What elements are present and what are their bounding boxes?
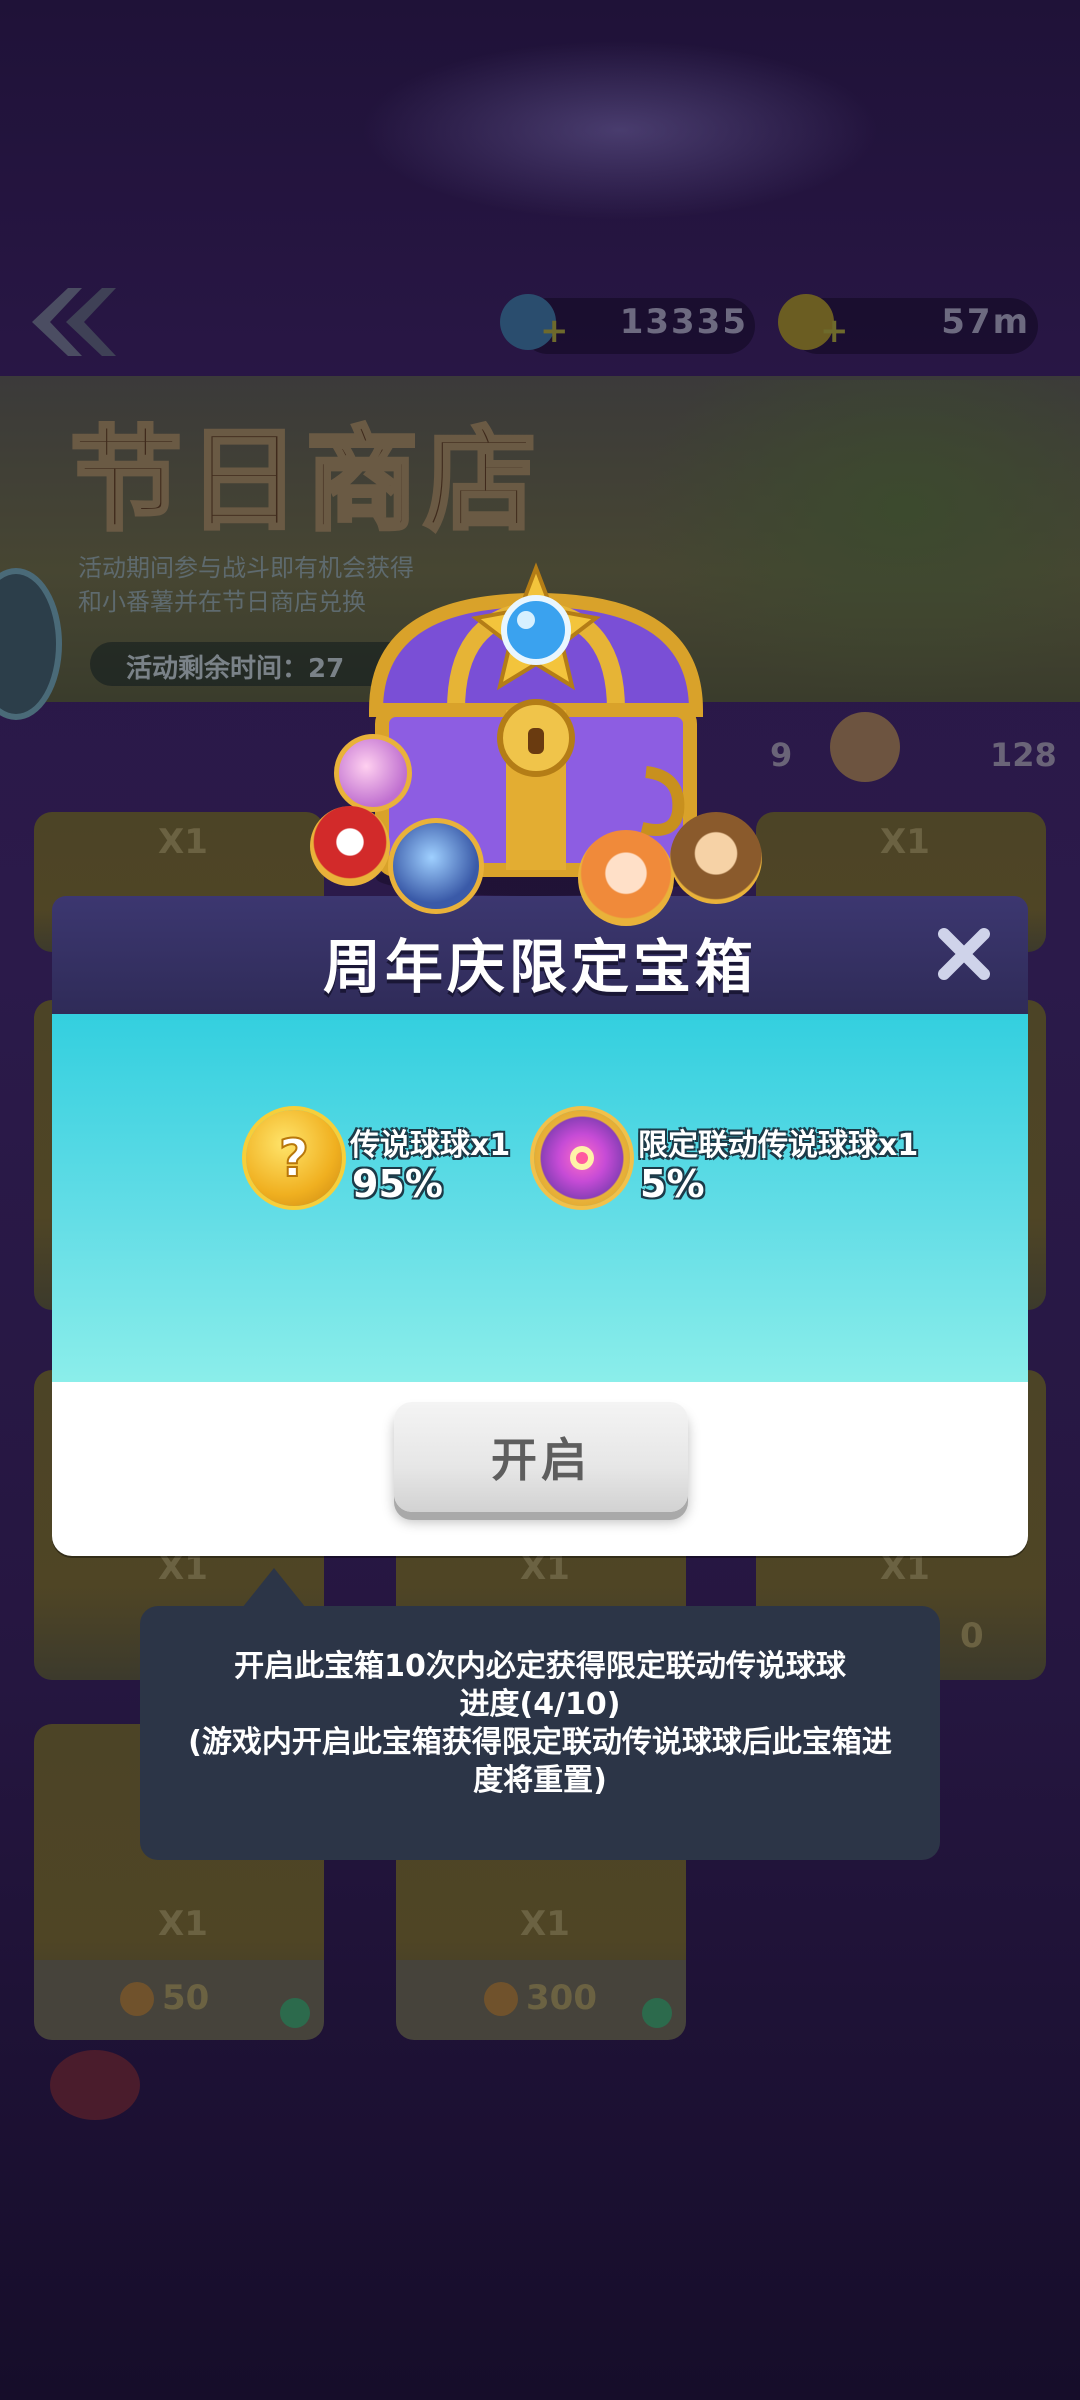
token-count: 9 [770,736,793,774]
gem-amount: 13335 [619,302,748,342]
card-price: 0 [960,1616,984,1656]
back-arrow-icon [32,288,116,356]
robot-hero-icon [310,806,390,886]
tooltip-arrow [242,1568,306,1608]
close-icon [938,928,990,980]
coin-amount: 57m [941,302,1030,342]
tooltip-line: 度将重置) [473,1763,607,1798]
cupcake-count: 128 [990,736,1057,774]
open-chest-button[interactable]: 开启 [394,1402,688,1512]
ape-character-icon [670,812,762,904]
decoration-icon [50,2050,140,2120]
flower-character-icon [334,734,412,812]
cupcake-icon [830,712,900,782]
coin-add-icon[interactable]: + [820,314,849,348]
banner-title: 节日商店 [68,414,542,548]
event-timer-text: 活动剩余时间：27 [126,654,345,684]
reward-chance: 95% [352,1162,443,1206]
back-button[interactable] [28,282,118,362]
card-price: 300 [526,1978,597,2018]
gem-add-icon[interactable]: + [540,314,569,348]
monkey-king-icon [578,830,674,926]
card-quantity: X1 [520,1904,570,1944]
info-badge-icon[interactable] [280,1998,310,2028]
close-button[interactable] [932,922,996,986]
limited-collab-ball-icon [534,1110,630,1206]
blue-creature-icon [388,818,484,914]
banner-description-line2: 和小番薯并在节日商店兑换 [78,588,366,616]
tooltip-progress: 进度(4/10) [459,1687,621,1722]
tooltip-line: 开启此宝箱10次内必定获得限定联动传说球球 [234,1649,846,1684]
card-quantity: X1 [880,822,930,862]
reward-name: 传说球球x1 [350,1128,511,1163]
card-price: 50 [162,1978,210,2018]
reward-chance: 5% [640,1162,705,1206]
card-quantity: X1 [158,1904,208,1944]
reward-name: 限定联动传说球球x1 [638,1128,919,1163]
background-glow [360,40,880,220]
modal-title: 周年庆限定宝箱 [322,933,757,1001]
card-quantity: X1 [158,822,208,862]
tooltip-text: 开启此宝箱10次内必定获得限定联动传说球球 进度(4/10) (游戏内开启此宝箱… [160,1648,920,1800]
open-chest-label: 开启 [491,1433,591,1487]
legendary-ball-icon: ? [246,1110,342,1206]
svg-text:?: ? [279,1129,309,1189]
tooltip-line: (游戏内开启此宝箱获得限定联动传说球球后此宝箱进 [188,1725,892,1760]
cupcake-currency-icon [484,1982,518,2016]
cupcake-currency-icon [120,1982,154,2016]
info-badge-icon[interactable] [642,1998,672,2028]
